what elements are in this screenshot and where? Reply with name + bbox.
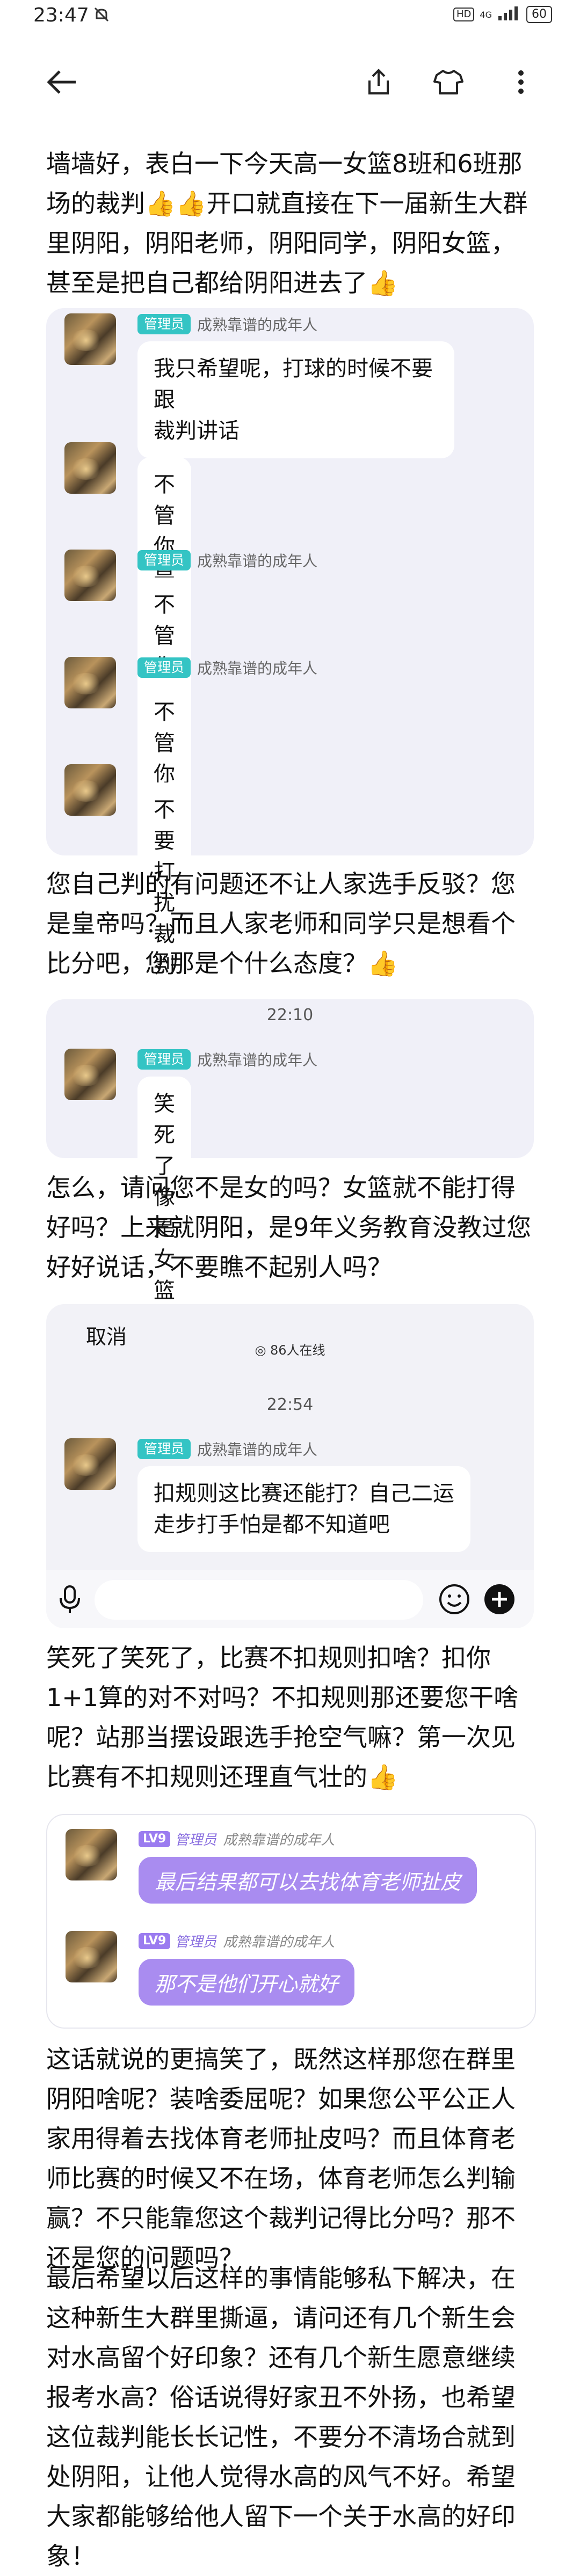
sender-name: 成熟靠谱的成年人 bbox=[197, 316, 318, 334]
level-badge: LV9 bbox=[139, 1831, 171, 1847]
chat-timestamp: 22:10 bbox=[266, 1006, 314, 1024]
admin-badge: 管理员 bbox=[137, 1049, 191, 1070]
battery-indicator: 60 bbox=[526, 6, 552, 23]
sender-name: 成熟靠谱的成年人 bbox=[197, 1441, 318, 1459]
sender-name: 成熟靠谱的成年人 bbox=[197, 660, 318, 677]
message-input[interactable] bbox=[95, 1580, 423, 1620]
level-badge: LV9 bbox=[139, 1933, 171, 1949]
share-icon[interactable] bbox=[360, 63, 397, 101]
network-label: 4G bbox=[480, 9, 492, 20]
sender-name: 成熟靠谱的成年人 bbox=[197, 1051, 318, 1069]
post-paragraph-1: 墙墙好，表白一下今天高一女篮8班和6班那场的裁判👍👍开口就直接在下一届新生大群里… bbox=[46, 149, 528, 297]
mute-icon bbox=[92, 5, 111, 26]
avatar bbox=[66, 1829, 117, 1880]
post-paragraph-6: 最后希望以后这样的事情能够私下解决，在这种新生大群里撕逼，请问还有几个新生会对水… bbox=[46, 2264, 516, 2571]
microphone-icon[interactable] bbox=[58, 1584, 82, 1616]
chat-timestamp: 22:54 bbox=[266, 1395, 314, 1414]
online-count: ◎ 86人在线 bbox=[255, 1343, 325, 1358]
sender-name: 成熟靠谱的成年人 bbox=[197, 552, 318, 570]
post-paragraph-3: 怎么，请问您不是女的吗？女篮就不能打得好吗？上来就阴阳，是9年义务教育没教过您好… bbox=[46, 1173, 532, 1282]
top-bar bbox=[0, 54, 580, 113]
role-label: 管理员 bbox=[175, 1934, 217, 1950]
sender-name: 成熟靠谱的成年人 bbox=[223, 1934, 335, 1950]
admin-badge: 管理员 bbox=[137, 657, 191, 678]
back-icon[interactable] bbox=[43, 63, 81, 101]
post-paragraph-2: 您自己判的有问题还不让人家选手反驳？您是皇帝吗？而且人家老师和同学只是想看个比分… bbox=[46, 869, 516, 978]
chat-screenshot-2: 22:10 管理员成熟靠谱的成年人 笑死了像是女篮能打多好一样 bbox=[46, 999, 534, 1505]
hd-badge: HD bbox=[453, 8, 475, 21]
post-paragraph-5: 这话就说的更搞笑了，既然这样那您在群里阴阳啥呢？装啥委屈呢？如果您公平公正人家用… bbox=[46, 2045, 516, 2272]
more-icon[interactable] bbox=[502, 63, 540, 101]
role-label: 管理员 bbox=[175, 1832, 217, 1848]
sender-name: 成熟靠谱的成年人 bbox=[223, 1832, 335, 1848]
chat-screenshot-1: 管理员成熟靠谱的成年人 我只希望呢，打球的时候不要跟 裁判讲话 不管你是老师 管… bbox=[46, 308, 534, 993]
message-bubble: 最后结果都可以去找体育老师扯皮 bbox=[139, 1857, 477, 1904]
avatar bbox=[64, 1438, 116, 1490]
avatar bbox=[64, 313, 116, 365]
online-icon: ◎ bbox=[255, 1343, 271, 1358]
chat-screenshot-3: 取消 ◎ 86人在线 22:54 管理员 成熟靠谱的成年人 扣规则这比赛还能打？自… bbox=[46, 1304, 534, 1628]
admin-badge: 管理员 bbox=[137, 1439, 191, 1459]
avatar bbox=[64, 1049, 116, 1100]
message-bubble: 那不是他们开心就好 bbox=[139, 1959, 355, 2006]
avatar bbox=[64, 442, 116, 494]
signal-icon bbox=[497, 5, 521, 24]
post-paragraph-4: 笑死了笑死了，比赛不扣规则扣啥？扣你1+1算的对不对吗？不扣规则那还要您干啥呢？… bbox=[46, 1643, 519, 1791]
avatar bbox=[64, 764, 116, 816]
status-bar: 23:47 HD 4G 60 bbox=[0, 0, 580, 35]
avatar bbox=[64, 550, 116, 601]
emoji-icon[interactable] bbox=[438, 1583, 470, 1618]
message-bubble: 扣规则这比赛还能打？自己二运 走步打手怕是都不知道吧 bbox=[137, 1466, 470, 1552]
status-right: HD 4G 60 bbox=[453, 5, 552, 24]
add-icon[interactable] bbox=[483, 1583, 516, 1618]
avatar bbox=[66, 1931, 117, 1982]
input-bar bbox=[46, 1570, 534, 1628]
admin-badge: 管理员 bbox=[137, 550, 191, 570]
avatar bbox=[64, 657, 116, 708]
message-bubble: 我只希望呢，打球的时候不要跟 裁判讲话 bbox=[137, 341, 454, 458]
chat-screenshot-4: LV9 管理员 成熟靠谱的成年人 最后结果都可以去找体育老师扯皮 LV9 管理员 成… bbox=[46, 1814, 536, 2029]
shirt-icon[interactable] bbox=[430, 63, 467, 101]
status-time: 23:47 bbox=[33, 4, 89, 26]
admin-badge: 管理员 bbox=[137, 314, 191, 334]
